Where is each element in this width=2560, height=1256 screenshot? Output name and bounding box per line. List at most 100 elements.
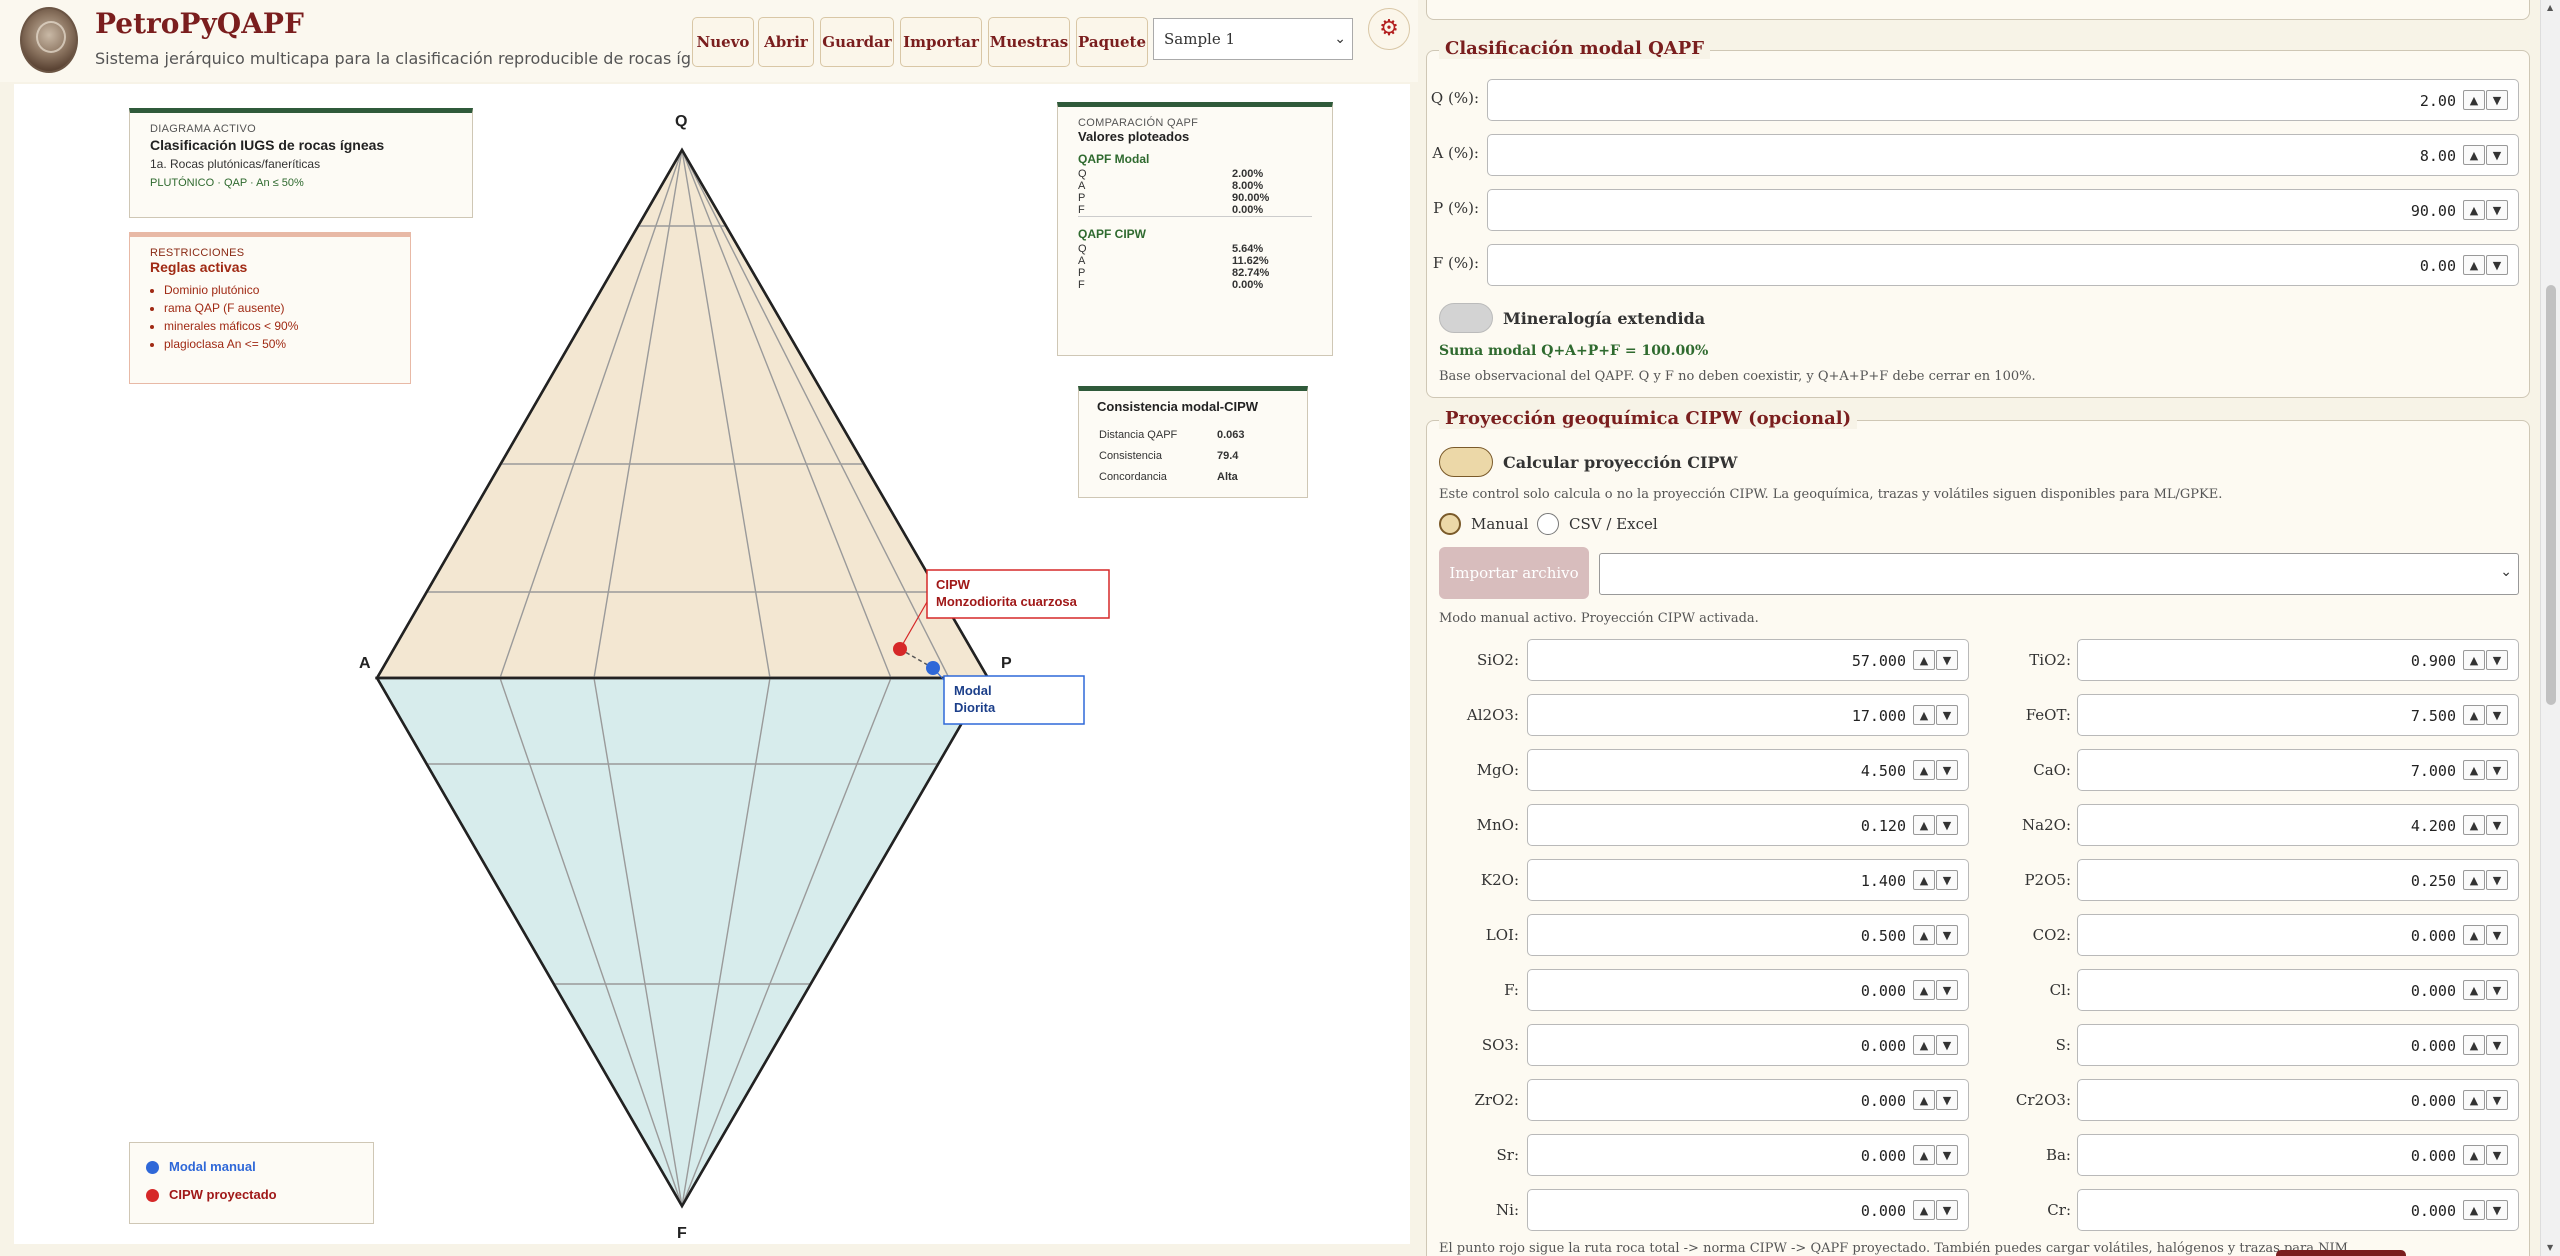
oxide-stepper[interactable]: ▲ ▼ [1912, 650, 1960, 672]
active-diagram-card: DIAGRAMA ACTIVO Clasificación IUGS de ro… [129, 108, 473, 218]
oxide-stepper[interactable]: ▲ ▼ [1912, 1090, 1960, 1112]
oxide-input[interactable]: 7.500 ▲ ▼ [2077, 694, 2519, 736]
a-input[interactable]: 8.00 ▲ ▼ [1487, 134, 2519, 176]
vertex-f-label: F [677, 1225, 687, 1242]
oxide-label: SiO2: [1477, 651, 1519, 669]
oxide-input[interactable]: 57.000 ▲ ▼ [1527, 639, 1969, 681]
import-button[interactable]: Importar [900, 17, 982, 67]
cipw-legend: Proyección geoquímica CIPW (opcional) [1439, 408, 1858, 429]
oxide-stepper[interactable]: ▲ ▼ [2462, 1090, 2510, 1112]
oxide-input[interactable]: 0.120 ▲ ▼ [1527, 804, 1969, 846]
input-panel: Clasificación modal QAPF Q (%): 2.00 ▲ ▼ … [1418, 0, 2540, 1256]
scrollbar-thumb[interactable] [2546, 285, 2556, 705]
oxide-input[interactable]: 7.000 ▲ ▼ [2077, 749, 2519, 791]
oxide-stepper[interactable]: ▲ ▼ [1912, 980, 1960, 1002]
oxide-stepper[interactable]: ▲ ▼ [1912, 1145, 1960, 1167]
cipw-toggle-label: Calcular proyección CIPW [1503, 453, 1738, 472]
restriction-item: rama QAP (F ausente) [164, 299, 390, 317]
radio-manual-label: Manual [1471, 515, 1529, 533]
a-label: A (%): [1432, 144, 1479, 162]
oxide-stepper[interactable]: ▲ ▼ [1912, 1035, 1960, 1057]
q-label: Q (%): [1430, 89, 1479, 107]
oxide-input[interactable]: 0.000 ▲ ▼ [1527, 1079, 1969, 1121]
oxide-stepper[interactable]: ▲ ▼ [2462, 1145, 2510, 1167]
oxide-label: CaO: [2033, 761, 2071, 779]
cipw-note: Este control solo calcula o no la proyec… [1439, 487, 2223, 502]
oxide-input[interactable]: 0.000 ▲ ▼ [1527, 969, 1969, 1011]
oxide-label: Sr: [1496, 1146, 1520, 1164]
oxide-input[interactable]: 0.000 ▲ ▼ [2077, 969, 2519, 1011]
oxide-stepper[interactable]: ▲ ▼ [1912, 815, 1960, 837]
q-input[interactable]: 2.00 ▲ ▼ [1487, 79, 2519, 121]
oxide-stepper[interactable]: ▲ ▼ [2462, 980, 2510, 1002]
oxide-input[interactable]: 17.000 ▲ ▼ [1527, 694, 1969, 736]
radio-csv-label: CSV / Excel [1569, 515, 1658, 533]
active-diagram-title: Clasificación IUGS de rocas ígneas [150, 137, 385, 153]
qapf-comparison-card: COMPARACIÓN QAPF Valores ploteados QAPF … [1057, 102, 1333, 356]
qapf-modal-legend: Clasificación modal QAPF [1439, 38, 1711, 59]
samples-button[interactable]: Muestras [988, 17, 1070, 67]
oxide-input[interactable]: 0.000 ▲ ▼ [1527, 1189, 1969, 1231]
oxide-input[interactable]: 4.200 ▲ ▼ [2077, 804, 2519, 846]
scroll-up-icon[interactable]: ▲ [2547, 3, 2553, 12]
oxide-input[interactable]: 1.400 ▲ ▼ [1527, 859, 1969, 901]
package-button[interactable]: Paquete [1076, 17, 1148, 67]
oxide-input[interactable]: 0.500 ▲ ▼ [1527, 914, 1969, 956]
vertex-q-label: Q [675, 113, 687, 130]
oxide-stepper[interactable]: ▲ ▼ [1912, 760, 1960, 782]
oxide-input[interactable]: 0.250 ▲ ▼ [2077, 859, 2519, 901]
bottom-action-button[interactable] [2276, 1250, 2406, 1256]
oxide-input[interactable]: 0.000 ▲ ▼ [2077, 914, 2519, 956]
oxide-stepper[interactable]: ▲ ▼ [2462, 1035, 2510, 1057]
oxide-stepper[interactable]: ▲ ▼ [1912, 870, 1960, 892]
oxide-stepper[interactable]: ▲ ▼ [2462, 650, 2510, 672]
oxide-input[interactable]: 4.500 ▲ ▼ [1527, 749, 1969, 791]
oxide-stepper[interactable]: ▲ ▼ [1912, 705, 1960, 727]
oxide-input[interactable]: 0.000 ▲ ▼ [1527, 1024, 1969, 1066]
settings-button[interactable]: ⚙ [1368, 8, 1410, 50]
radio-csv[interactable] [1537, 513, 1559, 535]
open-button[interactable]: Abrir [758, 17, 814, 67]
p-input[interactable]: 90.00 ▲ ▼ [1487, 189, 2519, 231]
oxide-stepper[interactable]: ▲ ▼ [1912, 925, 1960, 947]
radio-manual[interactable] [1439, 513, 1461, 535]
oxide-input[interactable]: 0.000 ▲ ▼ [1527, 1134, 1969, 1176]
oxide-stepper[interactable]: ▲ ▼ [2462, 1200, 2510, 1222]
scroll-down-icon[interactable]: ▼ [2547, 1243, 2553, 1252]
oxide-input[interactable]: 0.000 ▲ ▼ [2077, 1189, 2519, 1231]
oxide-input[interactable]: 0.000 ▲ ▼ [2077, 1079, 2519, 1121]
consistency-table: Distancia QAPF 0.063 Consistencia 79.4 Con… [1099, 429, 1245, 483]
f-stepper[interactable]: ▲ ▼ [2462, 255, 2510, 277]
oxide-label: Na2O: [2022, 816, 2071, 834]
oxide-stepper[interactable]: ▲ ▼ [2462, 705, 2510, 727]
oxide-stepper[interactable]: ▲ ▼ [1912, 1200, 1960, 1222]
sample-select[interactable]: Sample 1 ⌄ [1153, 18, 1353, 60]
oxide-input[interactable]: 0.000 ▲ ▼ [2077, 1134, 2519, 1176]
oxide-label: Al2O3: [1466, 706, 1519, 724]
oxide-stepper[interactable]: ▲ ▼ [2462, 760, 2510, 782]
p-stepper[interactable]: ▲ ▼ [2462, 200, 2510, 222]
gear-icon: ⚙ [1379, 16, 1399, 41]
a-stepper[interactable]: ▲ ▼ [2462, 145, 2510, 167]
restrictions-title: Reglas activas [150, 259, 248, 275]
cipw-table: Q 5.64% A 11.62% P 82.74% F 0.00% [1078, 243, 1270, 291]
new-button[interactable]: Nuevo [692, 17, 754, 67]
extended-mineralogy-toggle[interactable] [1439, 303, 1493, 333]
oxide-input[interactable]: 0.900 ▲ ▼ [2077, 639, 2519, 681]
import-file-button[interactable]: Importar archivo [1439, 547, 1589, 599]
oxide-label: F: [1504, 981, 1519, 999]
qapf-diagram-area: Q A P F CIPW Monzodiorita cuarzosa Modal… [14, 84, 1410, 1244]
diagram-legend: Modal manual CIPW proyectado [129, 1142, 374, 1224]
app-title: PetroPyQAPF [95, 7, 304, 40]
oxide-stepper[interactable]: ▲ ▼ [2462, 815, 2510, 837]
oxide-input[interactable]: 0.000 ▲ ▼ [2077, 1024, 2519, 1066]
oxide-stepper[interactable]: ▲ ▼ [2462, 870, 2510, 892]
save-button[interactable]: Guardar [820, 17, 894, 67]
import-file-select[interactable]: ⌄ [1599, 553, 2519, 595]
f-input[interactable]: 0.00 ▲ ▼ [1487, 244, 2519, 286]
cipw-toggle[interactable] [1439, 447, 1493, 477]
previous-section [1426, 0, 2530, 20]
q-stepper[interactable]: ▲ ▼ [2462, 90, 2510, 112]
oxide-stepper[interactable]: ▲ ▼ [2462, 925, 2510, 947]
panel-scrollbar[interactable]: ▲ ▼ [2540, 0, 2560, 1256]
